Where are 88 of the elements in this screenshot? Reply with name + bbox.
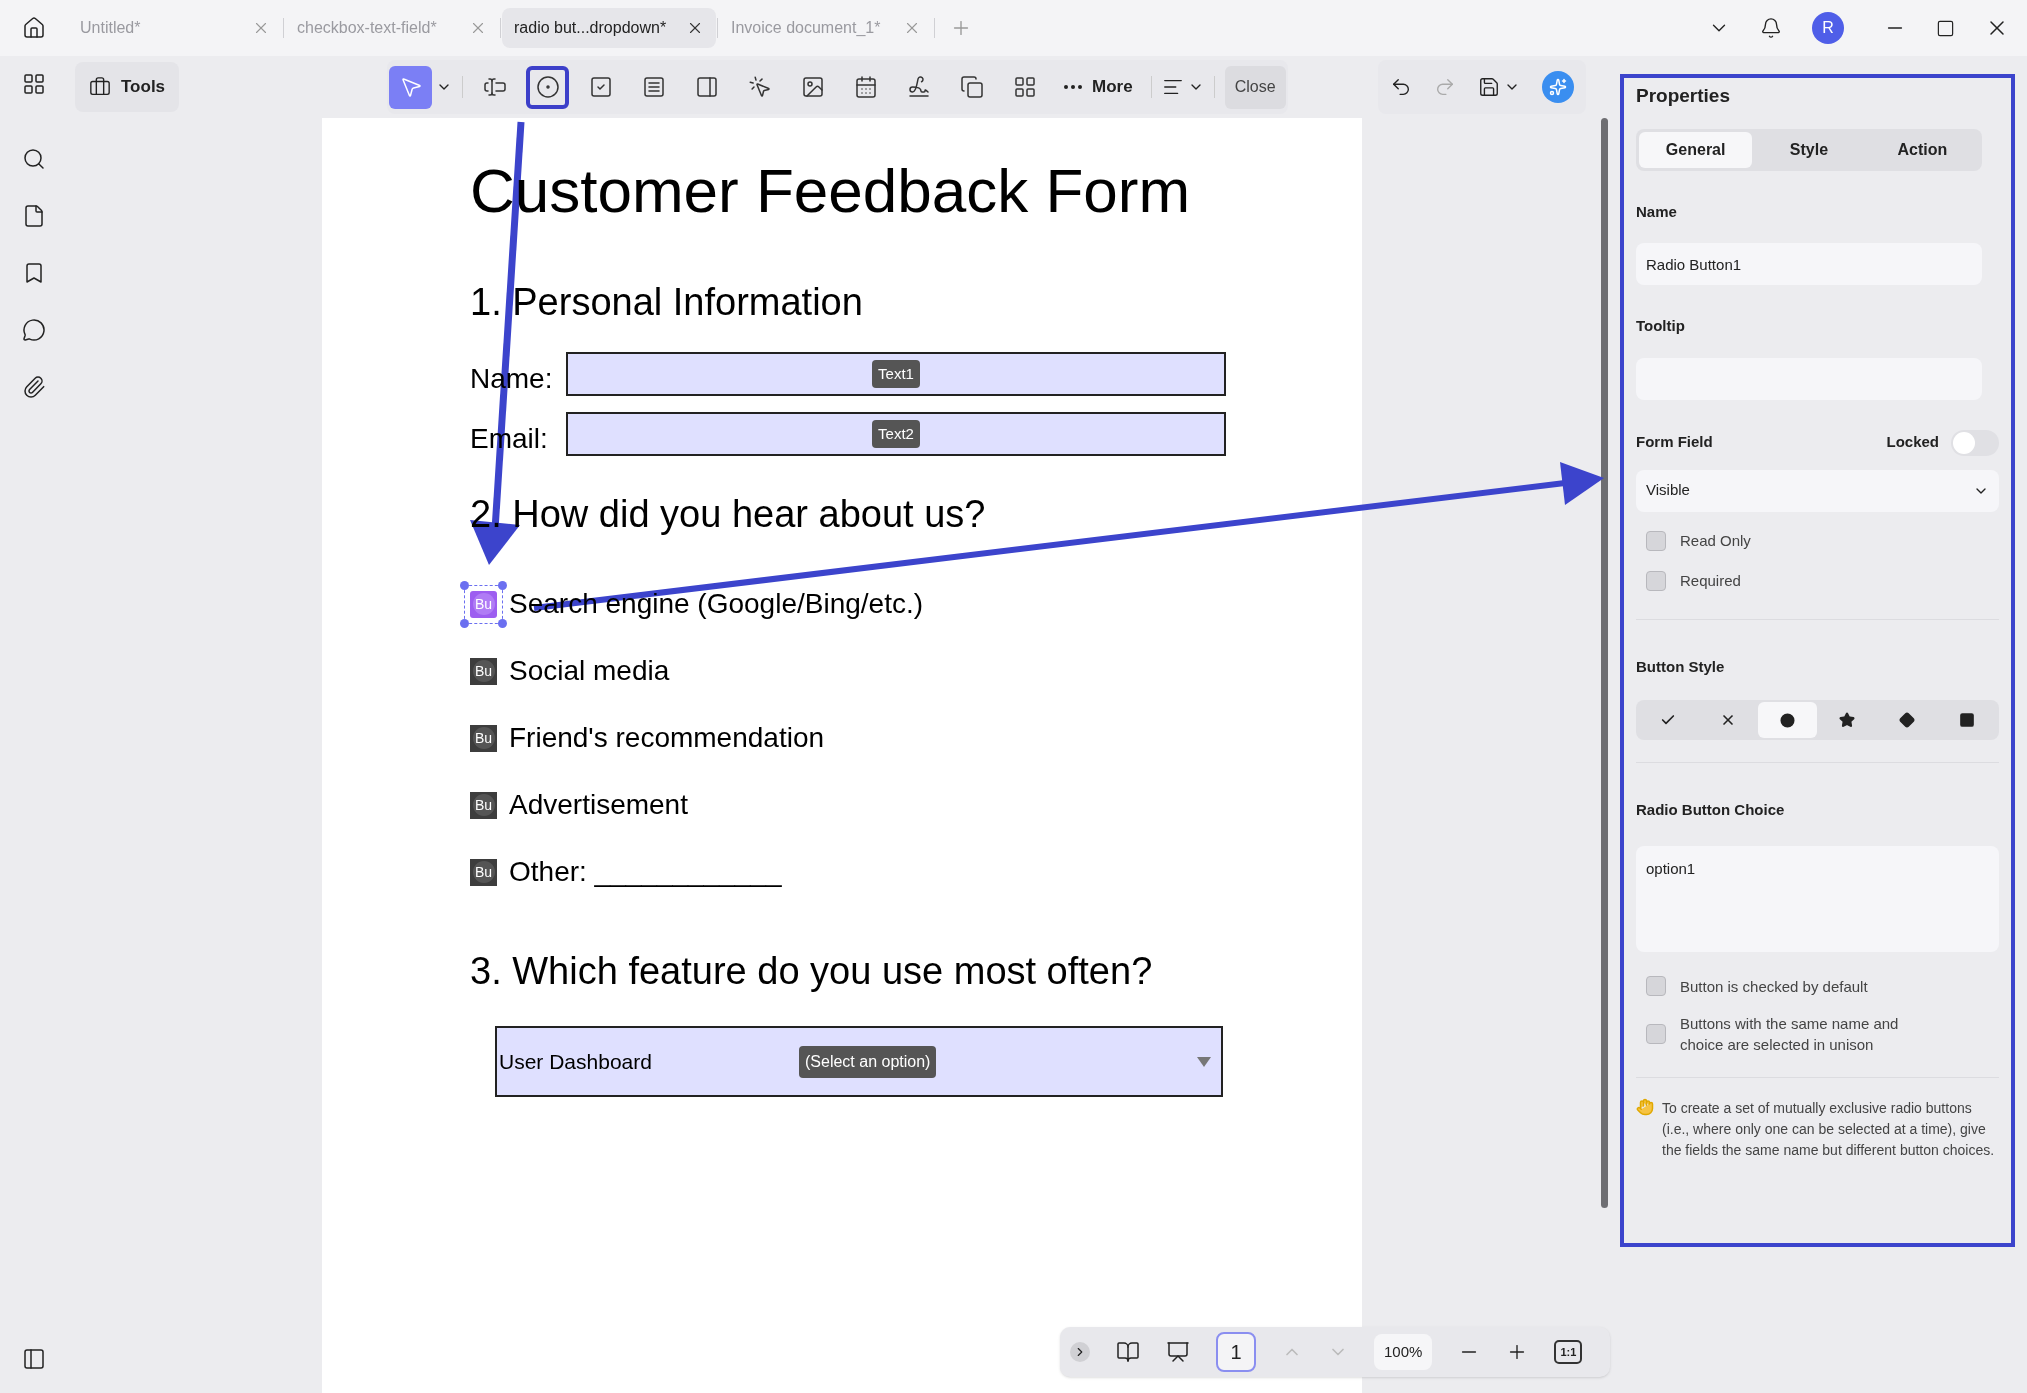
radio-button-widget[interactable]: Bu (470, 657, 497, 685)
text-input-field[interactable]: Text2 (566, 412, 1226, 456)
visibility-select[interactable]: Visible (1636, 469, 1999, 512)
radio-button-icon (535, 75, 560, 99)
signature-icon (906, 75, 931, 99)
dropdown-field[interactable]: User Dashboard (Select an option) (495, 1026, 1223, 1097)
button-tool-icon (747, 75, 772, 99)
checkbox-icon (588, 75, 613, 99)
checkbox-label: Buttons with the same name and choice are selected in unison (1680, 1013, 1900, 1055)
dropdown-arrow-icon (1197, 1056, 1211, 1067)
name-input[interactable]: Radio Button1 (1636, 243, 1982, 285)
tab-label: Invoice document_1* (731, 18, 881, 38)
locked-label: Locked (1886, 432, 1939, 453)
diamond-icon (1899, 712, 1916, 728)
save-icon[interactable] (1477, 76, 1500, 98)
tools-button[interactable]: Tools (75, 62, 180, 112)
combo-box-icon (641, 75, 666, 99)
checkbox[interactable] (1646, 1023, 1666, 1044)
calendar-icon (853, 75, 878, 99)
option-label: Advertisement (509, 788, 688, 822)
tab-label: checkbox-text-field* (297, 18, 437, 38)
field-label: Button Style (1636, 656, 1726, 677)
text-input-field[interactable]: Text1 (566, 352, 1226, 396)
dropdown-value: User Dashboard (499, 1048, 653, 1075)
choice-input[interactable]: option1 (1636, 845, 1999, 952)
document-tab[interactable]: radio but...dropdown* (502, 8, 716, 48)
option-label: Friend's recommendation (509, 721, 825, 755)
tab-label: Untitled* (80, 18, 141, 38)
checkbox[interactable] (1646, 571, 1666, 592)
button-style-option[interactable] (1757, 702, 1818, 738)
ellipsis-icon (1064, 85, 1083, 89)
expand-button[interactable] (1070, 1342, 1090, 1362)
radio-button-widget[interactable]: Bu (470, 858, 497, 886)
field-name-tag: Text2 (872, 419, 920, 449)
section-heading: 3. Which feature do you use most often? (470, 949, 1154, 993)
grid-icon (1012, 75, 1037, 99)
scrollbar-thumb[interactable] (1600, 118, 1608, 1208)
notification-bell-icon[interactable] (1760, 17, 1782, 39)
checkbox[interactable] (1646, 530, 1666, 551)
star-icon (1839, 712, 1856, 728)
home-icon[interactable] (22, 16, 46, 40)
field-label: Name (1636, 201, 1678, 222)
checkbox-label: Read Only (1680, 530, 1751, 551)
properties-tab[interactable]: Action (1865, 131, 1979, 168)
text-field-icon (482, 75, 507, 99)
properties-tab[interactable]: General (1639, 131, 1753, 168)
panel-toggle-icon[interactable] (22, 1347, 46, 1371)
attachment-icon[interactable] (22, 375, 46, 399)
toolbox-icon (89, 76, 111, 98)
checkbox-label: Button is checked by default (1680, 976, 1869, 997)
search-icon[interactable] (22, 147, 46, 171)
properties-tab[interactable]: Style (1752, 131, 1866, 168)
field-label: Radio Button Choice (1636, 800, 1786, 820)
zoom-level[interactable]: 100% (1374, 1334, 1433, 1370)
comment-icon[interactable] (22, 318, 46, 342)
apps-grid-icon[interactable] (22, 72, 46, 96)
option-label: Social media (509, 654, 670, 688)
presentation-icon[interactable] (1166, 1340, 1190, 1364)
square-icon (1959, 712, 1976, 728)
close-button[interactable]: Close (1224, 65, 1286, 109)
tab-label: radio but...dropdown* (514, 18, 667, 38)
circle-icon (1780, 712, 1796, 728)
form-tool-button[interactable] (526, 65, 570, 109)
image-icon (800, 75, 825, 99)
user-avatar[interactable]: R (1812, 12, 1844, 44)
field-name-tag: Text1 (872, 359, 920, 389)
waving-hand-icon (1636, 1097, 1654, 1116)
panel-title: Properties (1636, 84, 1731, 108)
field-label: Form Field (1636, 432, 1713, 453)
hint-text: To create a set of mutually exclusive radio buttons (i.e., where only one can be selected at a time), give the fields the same name but different button choices. (1662, 1098, 1996, 1160)
option-label: Other: ____________ (509, 855, 782, 889)
ai-assistant-icon[interactable] (1541, 71, 1574, 103)
checkbox-label: Required (1680, 571, 1741, 591)
page-icon[interactable] (22, 204, 46, 228)
checkbox[interactable] (1646, 976, 1666, 996)
radio-button-widget[interactable]: Bu (470, 791, 497, 819)
section-heading: 1. Personal Information (470, 280, 863, 324)
field-name-tag: (Select an option) (799, 1045, 937, 1078)
radio-button-widget[interactable]: Bu (470, 724, 497, 752)
more-button[interactable]: More (1056, 65, 1141, 109)
actual-size-button[interactable]: 1:1 (1554, 1340, 1583, 1364)
locked-toggle[interactable] (1951, 429, 1999, 456)
field-label: Tooltip (1636, 316, 1686, 336)
page-number-field[interactable]: 1 (1216, 1332, 1256, 1372)
book-view-icon[interactable] (1116, 1340, 1140, 1364)
copy-icon (959, 75, 984, 99)
list-box-icon (694, 75, 719, 99)
maximize-icon[interactable] (1936, 18, 1955, 38)
